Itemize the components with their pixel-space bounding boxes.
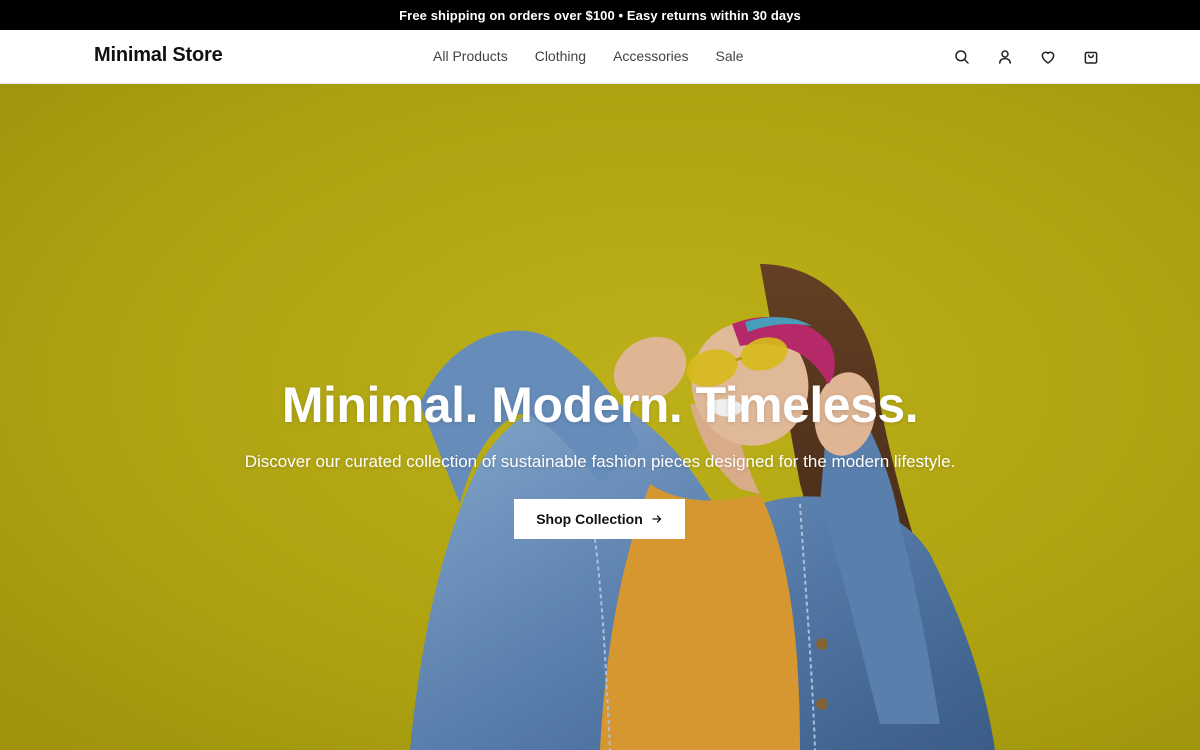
arrow-right-icon	[652, 515, 661, 523]
wishlist-heart-icon	[1041, 51, 1055, 64]
shop-collection-label: Shop Collection	[536, 511, 643, 527]
hero-title: Minimal. Modern. Timeless.	[281, 377, 919, 433]
account-icon	[999, 50, 1011, 64]
cart-bag-icon	[1084, 51, 1098, 64]
nav-accessories[interactable]: Accessories	[613, 48, 688, 64]
announcement-text: Free shipping on orders over $100 • Easy…	[399, 7, 801, 23]
search-icon	[955, 50, 969, 64]
announcement-bar: Free shipping on orders over $100 • Easy…	[0, 0, 1200, 30]
main-nav: All Products Clothing Accessories Sale	[433, 48, 744, 64]
wishlist-button[interactable]	[1037, 46, 1059, 68]
nav-clothing[interactable]: Clothing	[535, 48, 586, 64]
store-logo[interactable]: Minimal Store	[94, 44, 223, 67]
hero-banner: Minimal. Modern. Timeless. Discover our …	[0, 84, 1200, 750]
site-header: Minimal Store All Products Clothing Acce…	[0, 30, 1200, 84]
shop-collection-button[interactable]: Shop Collection	[514, 499, 685, 539]
hero-subtitle: Discover our curated collection of susta…	[244, 452, 956, 471]
search-button[interactable]	[951, 46, 973, 68]
nav-sale[interactable]: Sale	[716, 48, 744, 64]
cart-button[interactable]	[1080, 46, 1102, 68]
account-button[interactable]	[994, 46, 1016, 68]
nav-all-products[interactable]: All Products	[433, 48, 508, 64]
